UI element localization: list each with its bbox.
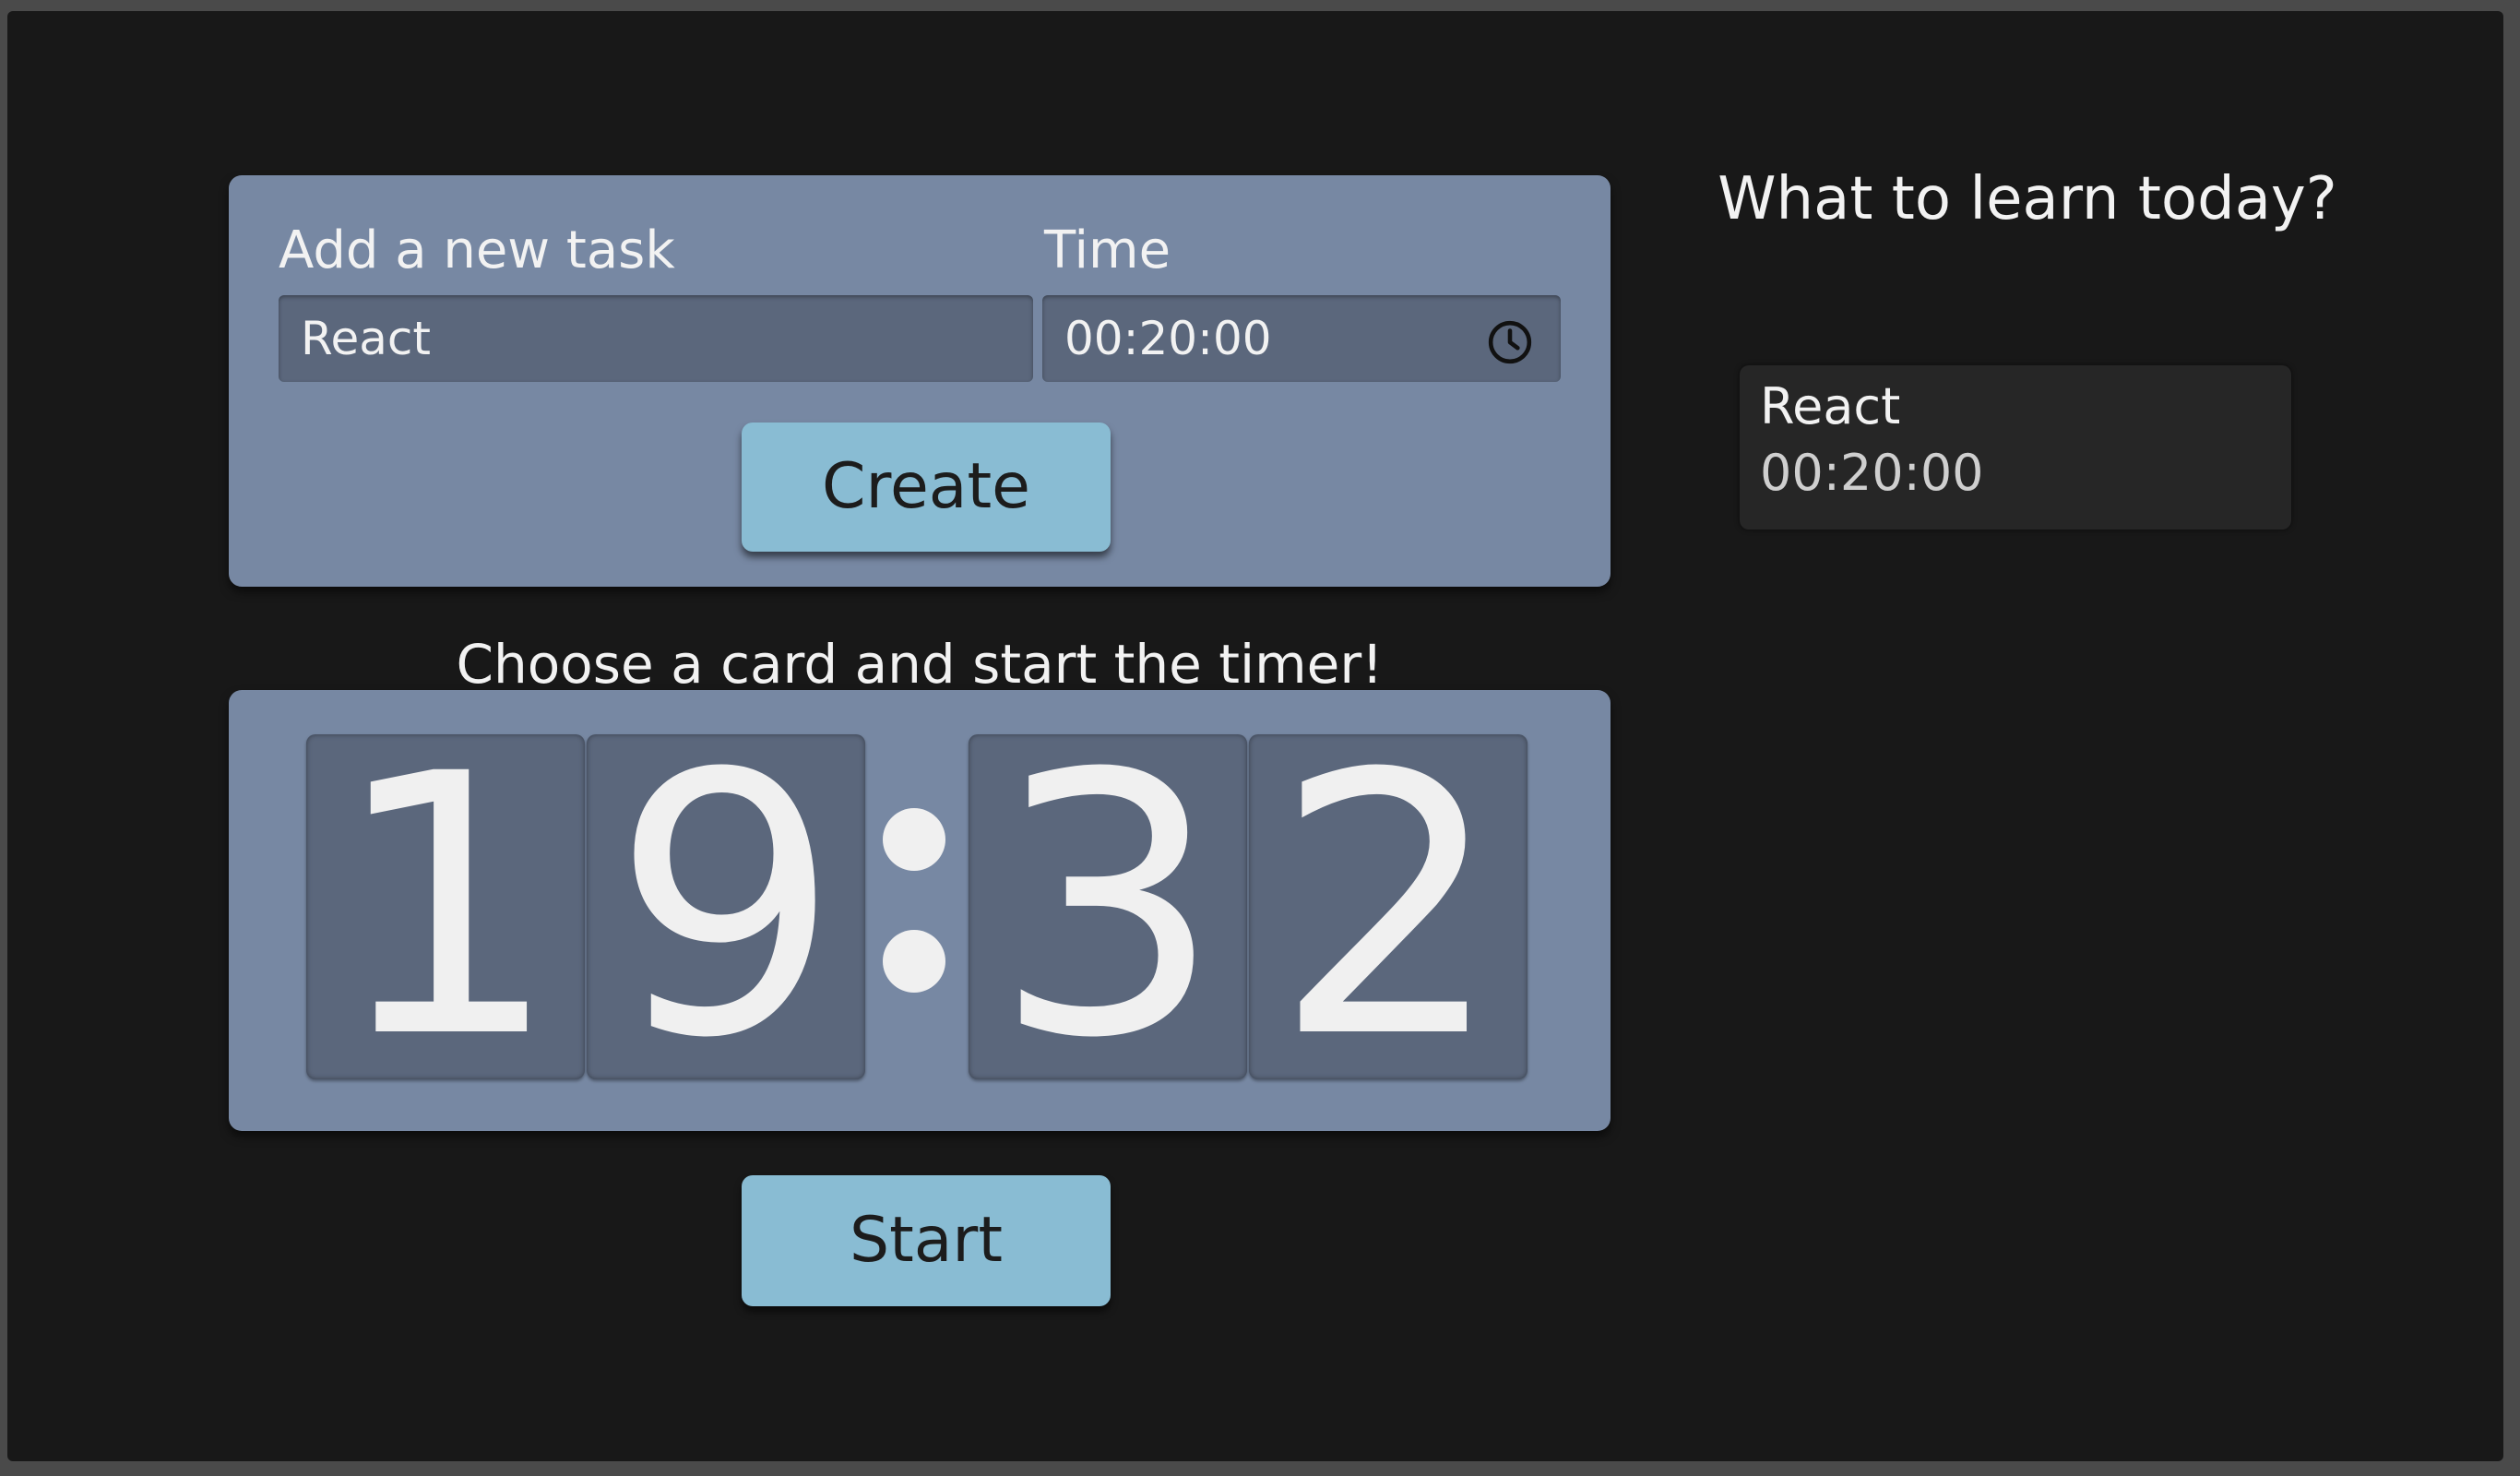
timer-digit-minutes-tens: 1 — [306, 734, 585, 1079]
task-card-name: React — [1760, 377, 1901, 435]
time-input-value: 00:20:00 — [1064, 312, 1272, 365]
timer-display: 1 9 3 2 — [229, 690, 1611, 1131]
task-name-input[interactable]: React — [279, 295, 1033, 382]
colon-dot-bottom — [883, 930, 945, 993]
timer-colon — [883, 734, 945, 1079]
timer-digit-seconds-ones: 2 — [1249, 734, 1527, 1079]
task-card[interactable]: React 00:20:00 — [1740, 365, 2291, 530]
start-button[interactable]: Start — [742, 1175, 1111, 1306]
clock-icon[interactable] — [1487, 319, 1533, 365]
task-name-label: Add a new task — [279, 220, 675, 280]
timer-digit-seconds-tens: 3 — [969, 734, 1247, 1079]
timer-digit-minutes-ones: 9 — [587, 734, 865, 1079]
create-button[interactable]: Create — [742, 423, 1111, 552]
app-window: Add a new task Time React 00:20:00 Creat… — [7, 11, 2503, 1461]
time-input[interactable]: 00:20:00 — [1042, 295, 1561, 382]
new-task-form: Add a new task Time React 00:20:00 Creat… — [229, 175, 1611, 587]
task-card-time: 00:20:00 — [1760, 444, 1984, 502]
sidebar-title: What to learn today? — [1718, 165, 2337, 233]
time-label: Time — [1044, 220, 1171, 280]
colon-dot-top — [883, 808, 945, 871]
